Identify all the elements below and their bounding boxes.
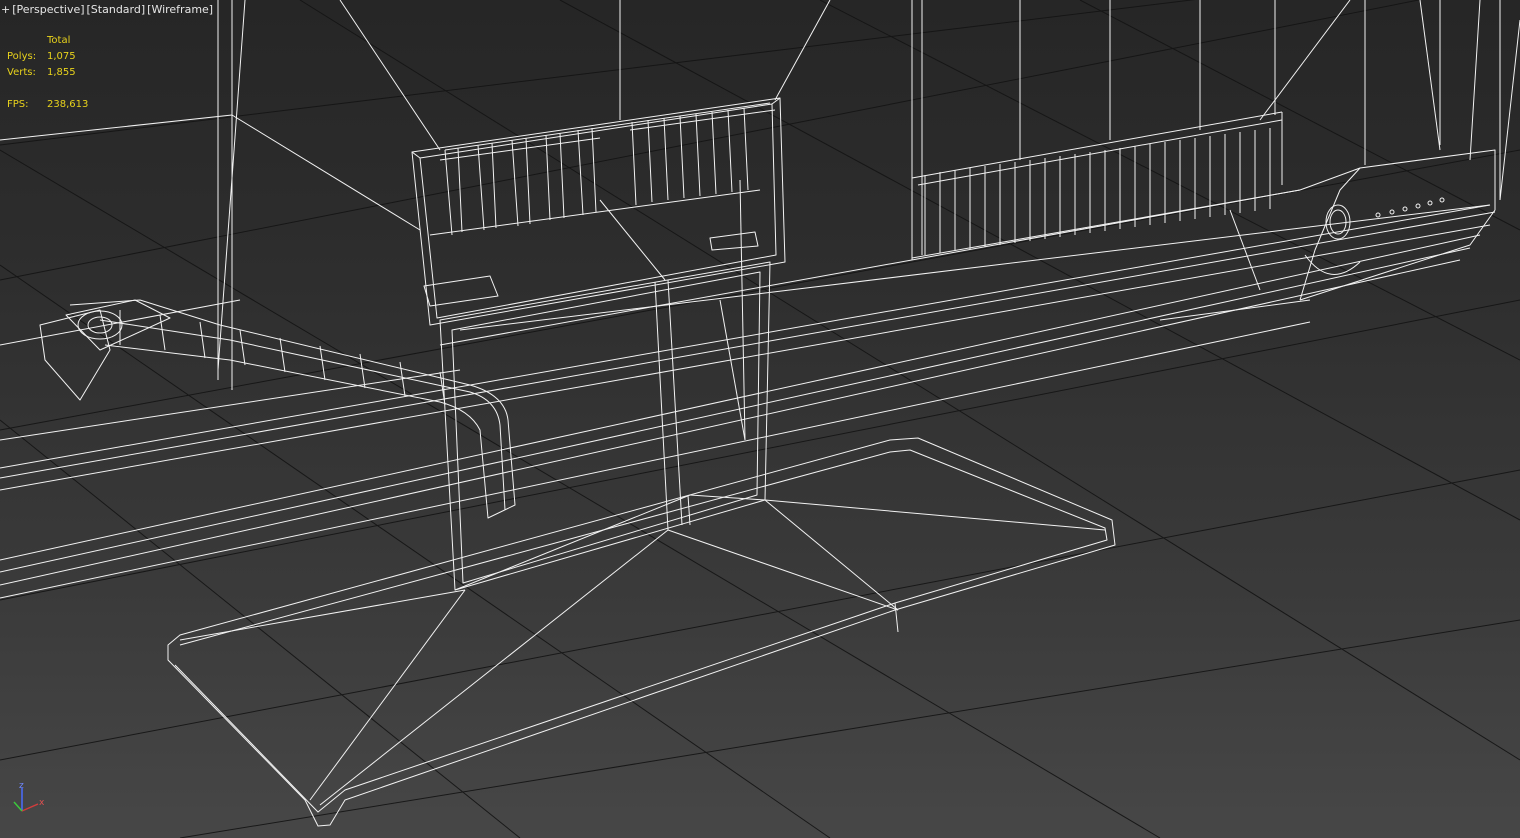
polys-label: Polys: xyxy=(7,51,37,62)
stats-polys-row: Polys: 1,075 xyxy=(7,49,88,65)
wireframe-scene[interactable] xyxy=(0,0,1520,838)
verts-value: 1,855 xyxy=(47,67,76,78)
stats-fps-row: FPS: 238,613 xyxy=(7,97,88,113)
viewport-quality-label[interactable]: [Standard] xyxy=(86,3,147,16)
stats-header: Total xyxy=(47,35,71,46)
axis-tripod-icon: z x xyxy=(4,778,54,818)
viewport-label-menu[interactable]: + [Perspective] [Standard] [Wireframe] xyxy=(0,1,214,17)
fps-label: FPS: xyxy=(7,99,29,110)
viewport-plus-menu[interactable]: + xyxy=(0,3,11,16)
viewport-pov-label[interactable]: [Perspective] xyxy=(11,3,85,16)
viewport-statistics: Total Polys: 1,075 Verts: 1,855 FPS: 238… xyxy=(7,33,88,113)
gizmo-x-label: x xyxy=(39,798,45,808)
viewport-shading-label[interactable]: [Wireframe] xyxy=(146,3,214,16)
stats-verts-row: Verts: 1,855 xyxy=(7,65,88,81)
polys-value: 1,075 xyxy=(47,51,76,62)
monitor-model-wireframe[interactable] xyxy=(0,0,1520,827)
verts-label: Verts: xyxy=(7,67,36,78)
perspective-viewport[interactable]: + [Perspective] [Standard] [Wireframe] T… xyxy=(0,0,1520,838)
fps-value: 238,613 xyxy=(47,99,89,110)
gizmo-z-label: z xyxy=(19,781,24,791)
home-grid xyxy=(0,0,1520,838)
